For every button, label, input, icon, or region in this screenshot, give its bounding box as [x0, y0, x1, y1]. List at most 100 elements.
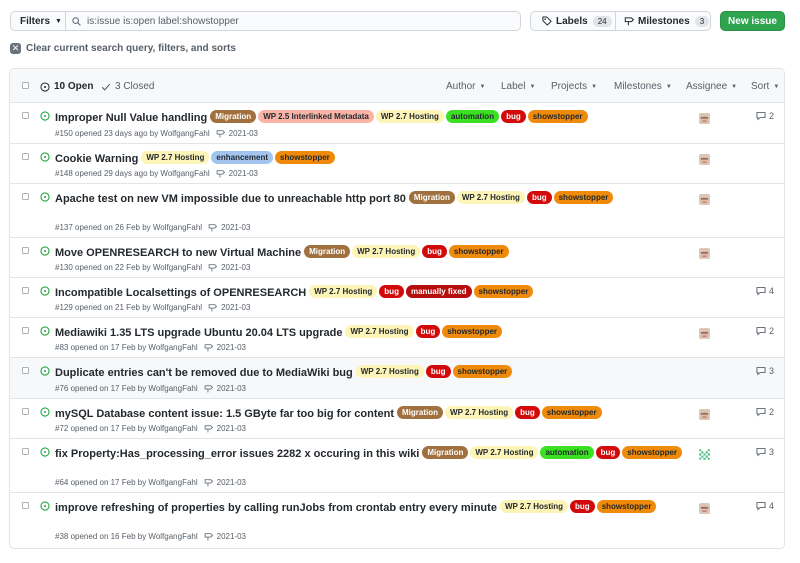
issue-title-link[interactable]: fix Property:Has_processing_error issues…: [55, 448, 419, 460]
issue-label[interactable]: WP 2.7 Hosting: [309, 284, 378, 298]
comments-link[interactable]: 3: [756, 447, 774, 457]
comments-link[interactable]: 4: [756, 501, 774, 511]
new-issue-button[interactable]: New issue: [720, 11, 785, 31]
label-filter[interactable]: Label ▼: [501, 81, 535, 92]
assignee-avatar[interactable]: [699, 503, 710, 514]
issue-label[interactable]: bug: [415, 324, 441, 338]
assignee-avatar[interactable]: [699, 194, 710, 205]
issue-label[interactable]: showstopper: [275, 150, 335, 164]
issue-title-link[interactable]: Incompatible Localsettings of OPENRESEAR…: [55, 287, 306, 299]
issue-milestone-link[interactable]: 2021-03: [217, 532, 246, 541]
issue-row[interactable]: fix Property:Has_processing_error issues…: [10, 439, 784, 493]
issue-label[interactable]: Migration: [397, 405, 444, 419]
labels-button[interactable]: Labels 24: [530, 11, 616, 31]
issue-checkbox[interactable]: [22, 247, 29, 254]
issue-checkbox[interactable]: [22, 448, 29, 455]
assignee-avatar[interactable]: [699, 409, 710, 420]
search-query-text[interactable]: is:issue is:open label:showstopper: [87, 16, 239, 27]
issue-label[interactable]: bug: [515, 405, 540, 419]
issue-label[interactable]: WP 2.7 Hosting: [499, 499, 569, 513]
issue-checkbox[interactable]: [22, 408, 29, 415]
issue-row[interactable]: improve refreshing of properties by call…: [10, 493, 784, 547]
issue-milestone-link[interactable]: 2021-03: [221, 263, 250, 272]
projects-filter[interactable]: Projects ▼: [551, 81, 597, 92]
issue-label[interactable]: Migration: [304, 244, 351, 258]
issue-label[interactable]: WP 2.7 Hosting: [445, 405, 514, 419]
issue-row[interactable]: Move OPENRESEARCH to new Virtual Machine…: [10, 238, 784, 278]
assignee-avatar[interactable]: [699, 449, 710, 460]
issue-milestone-link[interactable]: 2021-03: [229, 129, 258, 138]
issue-label[interactable]: WP 2.7 Hosting: [375, 109, 444, 123]
issue-title-link[interactable]: mySQL Database content issue: 1.5 GByte …: [55, 408, 394, 420]
issue-search-input[interactable]: is:issue is:open label:showstopper: [65, 11, 521, 31]
issue-title-link[interactable]: Move OPENRESEARCH to new Virtual Machine: [55, 247, 301, 259]
open-issues-tab[interactable]: 10 Open: [40, 81, 93, 92]
issue-label[interactable]: bug: [526, 190, 552, 204]
issue-checkbox[interactable]: [22, 153, 29, 160]
issue-label[interactable]: showstopper: [442, 324, 503, 338]
issue-checkbox[interactable]: [22, 112, 29, 119]
issue-label[interactable]: showstopper: [622, 445, 683, 459]
issue-milestone-link[interactable]: 2021-03: [221, 303, 250, 312]
sort-dropdown[interactable]: Sort ▼: [751, 81, 779, 92]
issue-label[interactable]: WP 2.7 Hosting: [355, 364, 424, 378]
issue-milestone-link[interactable]: 2021-03: [229, 169, 258, 178]
closed-issues-tab[interactable]: 3 Closed: [101, 81, 154, 92]
comments-link[interactable]: 2: [756, 407, 774, 417]
issue-label[interactable]: showstopper: [452, 364, 513, 378]
clear-filters-link[interactable]: ✕ Clear current search query, filters, a…: [10, 42, 236, 54]
issue-title-link[interactable]: improve refreshing of properties by call…: [55, 502, 497, 514]
milestones-button[interactable]: Milestones 3: [615, 11, 711, 31]
issue-label[interactable]: manually fixed: [405, 284, 472, 298]
issue-row[interactable]: mySQL Database content issue: 1.5 GByte …: [10, 399, 784, 439]
issue-label[interactable]: bug: [425, 364, 451, 378]
issue-label[interactable]: WP 2.7 Hosting: [141, 150, 210, 164]
issue-checkbox[interactable]: [22, 327, 29, 334]
issue-row[interactable]: Incompatible Localsettings of OPENRESEAR…: [10, 278, 784, 318]
issue-checkbox[interactable]: [22, 193, 29, 200]
issue-label[interactable]: Migration: [408, 190, 455, 204]
issue-title-link[interactable]: Duplicate entries can't be removed due t…: [55, 367, 353, 379]
issue-label[interactable]: enhancement: [211, 150, 273, 164]
issue-label[interactable]: Migration: [210, 109, 257, 123]
issue-label[interactable]: showstopper: [541, 405, 602, 419]
issue-row[interactable]: Duplicate entries can't be removed due t…: [10, 358, 784, 399]
issue-title-link[interactable]: Cookie Warning: [55, 153, 138, 165]
issue-label[interactable]: showstopper: [553, 190, 614, 204]
assignee-avatar[interactable]: [699, 154, 710, 165]
issue-checkbox[interactable]: [22, 287, 29, 294]
assignee-filter[interactable]: Assignee ▼: [686, 81, 737, 92]
issue-label[interactable]: automation: [445, 109, 500, 123]
issue-milestone-link[interactable]: 2021-03: [217, 424, 246, 433]
issue-title-link[interactable]: Apache test on new VM impossible due to …: [55, 193, 406, 205]
comments-link[interactable]: 2: [756, 326, 774, 336]
issue-label[interactable]: showstopper: [473, 284, 534, 298]
select-all-checkbox[interactable]: [22, 82, 29, 89]
milestones-filter[interactable]: Milestones ▼: [614, 81, 672, 92]
issue-label[interactable]: Migration: [422, 445, 469, 459]
issue-label[interactable]: bug: [501, 109, 526, 123]
author-filter[interactable]: Author ▼: [446, 81, 485, 92]
issue-label[interactable]: WP 2.7 Hosting: [470, 445, 539, 459]
issue-label[interactable]: WP 2.7 Hosting: [345, 324, 414, 338]
issue-label[interactable]: WP 2.7 Hosting: [456, 190, 525, 204]
issue-label[interactable]: bug: [422, 244, 447, 258]
issue-row[interactable]: Apache test on new VM impossible due to …: [10, 184, 784, 238]
issue-milestone-link[interactable]: 2021-03: [221, 223, 250, 232]
issue-milestone-link[interactable]: 2021-03: [217, 343, 246, 352]
issue-label[interactable]: showstopper: [448, 244, 509, 258]
comments-link[interactable]: 3: [756, 366, 774, 376]
issue-label[interactable]: showstopper: [527, 109, 588, 123]
comments-link[interactable]: 4: [756, 286, 774, 296]
issue-label[interactable]: bug: [379, 284, 404, 298]
issue-milestone-link[interactable]: 2021-03: [217, 478, 246, 487]
issue-title-link[interactable]: Mediawiki 1.35 LTS upgrade Ubuntu 20.04 …: [55, 327, 342, 339]
issue-row[interactable]: Mediawiki 1.35 LTS upgrade Ubuntu 20.04 …: [10, 318, 784, 358]
assignee-avatar[interactable]: [699, 248, 710, 259]
issue-title-link[interactable]: Improper Null Value handling: [55, 112, 207, 124]
issue-label[interactable]: showstopper: [596, 499, 657, 513]
issue-label[interactable]: automation: [540, 445, 594, 459]
filters-dropdown-button[interactable]: Filters ▼: [10, 11, 66, 31]
issue-label[interactable]: bug: [595, 445, 621, 459]
issue-label[interactable]: bug: [570, 499, 595, 513]
